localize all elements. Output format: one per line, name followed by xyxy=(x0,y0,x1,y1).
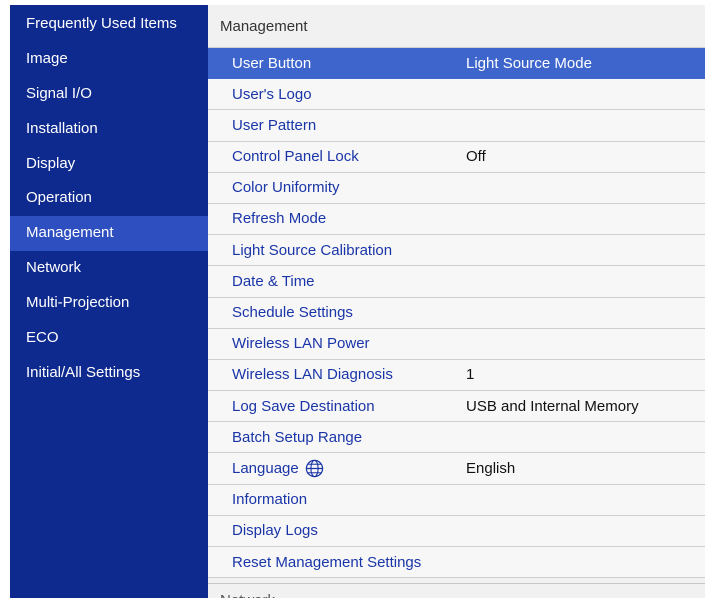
menu-row-language[interactable]: Language English xyxy=(208,453,705,485)
row-value: 1 xyxy=(466,366,475,384)
sidebar-item-operation[interactable]: Operation xyxy=(10,181,208,216)
row-label: Wireless LAN Diagnosis xyxy=(232,366,393,384)
sidebar-item-multi-projection[interactable]: Multi-Projection xyxy=(10,286,208,321)
row-label: Display Logs xyxy=(232,522,318,540)
sidebar-item-signal-io[interactable]: Signal I/O xyxy=(10,77,208,112)
row-label: Color Uniformity xyxy=(232,179,340,197)
sidebar-item-installation[interactable]: Installation xyxy=(10,112,208,147)
menu-row-wireless-lan-power[interactable]: Wireless LAN Power xyxy=(208,328,705,360)
row-value: Light Source Mode xyxy=(466,54,592,72)
row-label: User Pattern xyxy=(232,116,317,134)
management-panel: Management User Button Light Source Mode… xyxy=(208,5,705,598)
menu-row-log-save-destination[interactable]: Log Save Destination USB and Internal Me… xyxy=(208,391,705,423)
row-value: Off xyxy=(466,148,486,166)
row-label: Batch Setup Range xyxy=(232,428,363,446)
row-label-wrap: Language xyxy=(208,453,466,484)
next-section-title: Network xyxy=(208,583,705,598)
row-label: Wireless LAN Power xyxy=(232,335,370,353)
menu-row-color-uniformity[interactable]: Color Uniformity xyxy=(208,172,705,204)
sidebar: Frequently Used Items Image Signal I/O I… xyxy=(10,5,208,598)
menu-row-wireless-lan-diagnosis[interactable]: Wireless LAN Diagnosis 1 xyxy=(208,359,705,392)
row-label: User's Logo xyxy=(232,85,312,103)
sidebar-item-initial-all-settings[interactable]: Initial/All Settings xyxy=(10,356,208,391)
menu-row-refresh-mode[interactable]: Refresh Mode xyxy=(208,203,705,236)
row-label: Information xyxy=(232,491,308,509)
menu-row-reset-management-settings[interactable]: Reset Management Settings xyxy=(208,547,705,579)
menu-row-schedule-settings[interactable]: Schedule Settings xyxy=(208,297,705,329)
menu-row-user-pattern[interactable]: User Pattern xyxy=(208,110,705,142)
row-label: Light Source Calibration xyxy=(232,241,393,259)
menu-row-users-logo[interactable]: User's Logo xyxy=(208,79,705,111)
row-label: Reset Management Settings xyxy=(232,553,422,571)
menu-row-control-panel-lock[interactable]: Control Panel Lock Off xyxy=(208,141,705,173)
sidebar-item-management[interactable]: Management xyxy=(10,216,208,252)
row-label: Log Save Destination xyxy=(232,397,375,415)
row-label: User Button xyxy=(232,54,312,72)
row-value: English xyxy=(466,459,516,477)
globe-icon xyxy=(305,459,324,478)
sidebar-item-image[interactable]: Image xyxy=(10,42,208,77)
row-label: Schedule Settings xyxy=(232,304,353,321)
menu-row-batch-setup-range[interactable]: Batch Setup Range xyxy=(208,422,705,454)
row-label: Date & Time xyxy=(232,272,315,290)
row-label: Refresh Mode xyxy=(232,210,327,228)
menu-row-information[interactable]: Information xyxy=(208,484,705,516)
row-label: Language xyxy=(232,459,299,477)
sidebar-item-frequently-used-items[interactable]: Frequently Used Items xyxy=(10,7,208,42)
row-value: USB and Internal Memory xyxy=(466,397,639,415)
sidebar-item-display[interactable]: Display xyxy=(10,147,208,182)
menu-row-date-time[interactable]: Date & Time xyxy=(208,266,705,298)
row-label: Control Panel Lock xyxy=(232,148,359,166)
sidebar-item-eco[interactable]: ECO xyxy=(10,321,208,356)
projector-menu: Frequently Used Items Image Signal I/O I… xyxy=(10,5,705,598)
menu-row-display-logs[interactable]: Display Logs xyxy=(208,515,705,547)
menu-row-light-source-calibration[interactable]: Light Source Calibration xyxy=(208,235,705,267)
section-title: Management xyxy=(208,5,705,48)
sidebar-item-network[interactable]: Network xyxy=(10,251,208,286)
menu-row-user-button[interactable]: User Button Light Source Mode xyxy=(208,48,705,80)
